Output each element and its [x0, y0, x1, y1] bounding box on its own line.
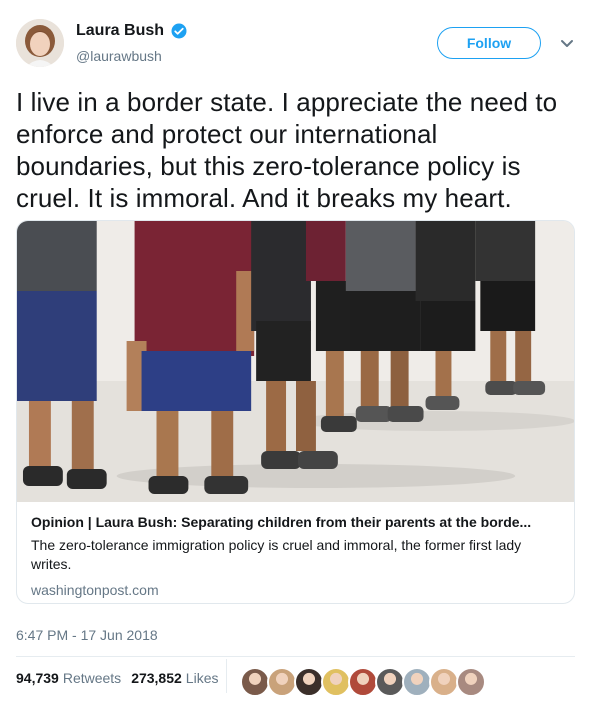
retweets-stat[interactable]: 94,739 Retweets [16, 670, 121, 686]
engagement-stats: 94,739 Retweets 273,852 Likes [16, 670, 218, 686]
link-card[interactable]: Opinion | Laura Bush: Separating childre… [16, 220, 575, 604]
link-card-description: The zero-tolerance immigration policy is… [31, 537, 522, 572]
author-avatar[interactable] [16, 19, 64, 67]
stats-separator [226, 659, 227, 693]
author-name-row[interactable]: Laura Bush [76, 22, 188, 40]
photo-children-lined-up-icon [17, 221, 574, 502]
retweets-count: 94,739 [16, 670, 59, 686]
liker-avatars [240, 667, 486, 697]
liker-avatar-icon[interactable] [348, 667, 378, 697]
retweets-label: Retweets [62, 670, 122, 686]
liker-avatar-icon[interactable] [240, 667, 270, 697]
chevron-down-icon[interactable] [558, 34, 576, 52]
follow-button[interactable]: Follow [437, 27, 541, 59]
liker-avatar-icon[interactable] [321, 667, 351, 697]
link-card-title[interactable]: Opinion | Laura Bush: Separating childre… [31, 514, 560, 530]
liker-avatar-icon[interactable] [267, 667, 297, 697]
author-name[interactable]: Laura Bush [76, 22, 164, 40]
liker-avatar-icon[interactable] [402, 667, 432, 697]
likes-stat[interactable]: 273,852 Likes [131, 670, 218, 686]
tweet-text: I live in a border state. I appreciate t… [16, 87, 558, 213]
liker-avatar-icon[interactable] [456, 667, 486, 697]
link-card-body[interactable]: Opinion | Laura Bush: Separating childre… [17, 502, 574, 603]
profile-photo-icon [16, 19, 64, 67]
tweet-timestamp[interactable]: 6:47 PM - 17 Jun 2018 [16, 627, 158, 643]
liker-avatar-icon[interactable] [375, 667, 405, 697]
link-card-domain: washingtonpost.com [31, 582, 159, 598]
liker-avatar-icon[interactable] [429, 667, 459, 697]
verified-badge-icon [171, 23, 187, 39]
divider [16, 656, 575, 657]
liker-avatar-icon[interactable] [294, 667, 324, 697]
likes-count: 273,852 [131, 670, 182, 686]
likes-label: Likes [185, 670, 219, 686]
author-handle[interactable]: @laurawbush [76, 48, 162, 64]
